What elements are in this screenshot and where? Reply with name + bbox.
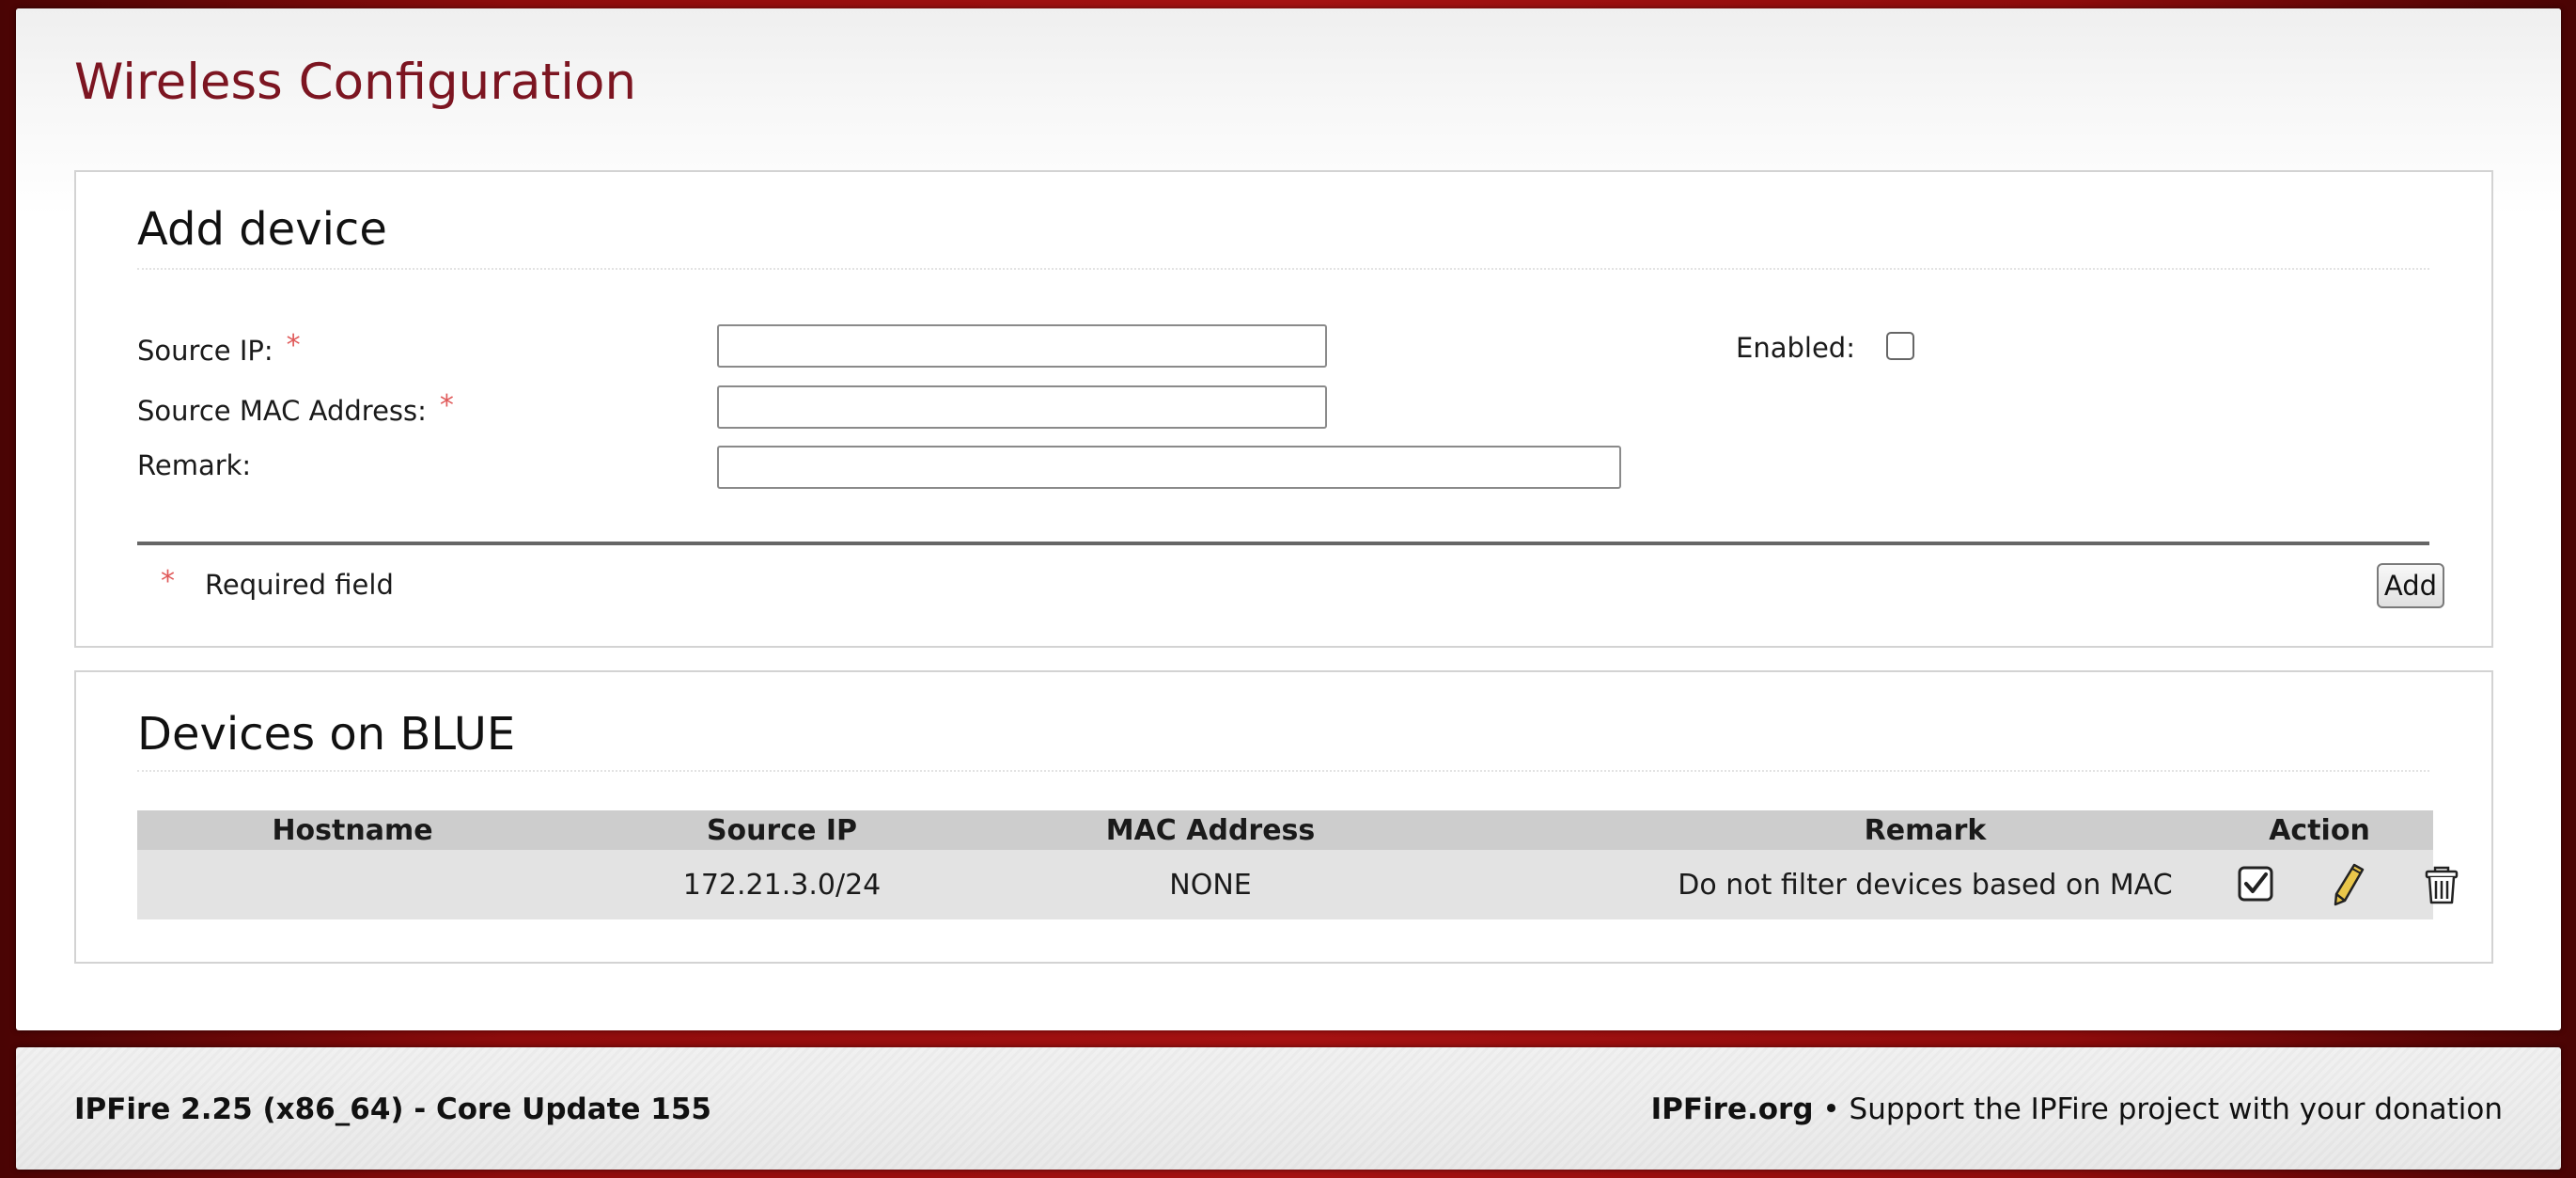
column-header-hostname: Hostname — [272, 813, 433, 847]
column-header-source-ip: Source IP — [706, 813, 858, 847]
add-device-title: Add device — [137, 203, 387, 256]
ipfire-org-link[interactable]: IPFire.org — [1651, 1092, 1814, 1126]
devices-table: Hostname Source IP MAC Address Remark Ac… — [137, 810, 2459, 919]
checkbox-checked-icon[interactable] — [2233, 861, 2278, 906]
required-star-icon: * — [161, 565, 175, 598]
devices-section: Devices on BLUE Hostname Source IP MAC A… — [74, 670, 2493, 964]
section-title-rule — [137, 770, 2429, 772]
add-device-section: Add device Source IP: * Source MAC Addres… — [74, 170, 2493, 648]
enabled-label: Enabled: — [1736, 332, 1855, 364]
source-mac-input[interactable] — [717, 385, 1327, 429]
page-footer: IPFire 2.25 (x86_64) - Core Update 155 I… — [16, 1047, 2561, 1170]
required-star-icon: * — [439, 389, 454, 422]
source-ip-input[interactable] — [717, 324, 1327, 368]
add-button[interactable]: Add — [2377, 563, 2444, 608]
cell-hostname — [137, 850, 568, 919]
remark-label: Remark: — [137, 449, 252, 481]
section-title-rule — [137, 268, 2429, 270]
cell-mac-address: NONE — [1169, 868, 1252, 902]
table-row: 172.21.3.0/24 NONE Do not filter devices… — [137, 850, 2459, 919]
cell-source-ip: 172.21.3.0/24 — [682, 868, 882, 902]
enabled-checkbox[interactable] — [1886, 332, 1914, 360]
table-header-row: Hostname Source IP MAC Address Remark Ac… — [137, 810, 2433, 850]
footer-links: IPFire.org • Support the IPFire project … — [1651, 1092, 2503, 1126]
form-divider — [137, 542, 2429, 545]
column-header-mac-address: MAC Address — [1105, 813, 1316, 847]
devices-title: Devices on BLUE — [137, 708, 516, 761]
page-title: Wireless Configuration — [74, 54, 637, 111]
main-content: Wireless Configuration Add device Source… — [16, 8, 2561, 1030]
required-field-note: Required field — [205, 569, 394, 601]
pencil-edit-icon[interactable] — [2325, 861, 2370, 906]
donation-link[interactable]: Support the IPFire project with your don… — [1850, 1092, 2503, 1126]
source-mac-label: Source MAC Address: * — [137, 389, 454, 427]
column-header-action: Action — [2269, 813, 2370, 847]
trash-delete-icon[interactable] — [2419, 861, 2464, 906]
required-star-icon: * — [286, 329, 301, 362]
remark-input[interactable] — [717, 446, 1621, 489]
version-info: IPFire 2.25 (x86_64) - Core Update 155 — [74, 1092, 711, 1126]
source-ip-label: Source IP: * — [137, 329, 301, 367]
footer-separator: • — [1822, 1092, 1840, 1126]
